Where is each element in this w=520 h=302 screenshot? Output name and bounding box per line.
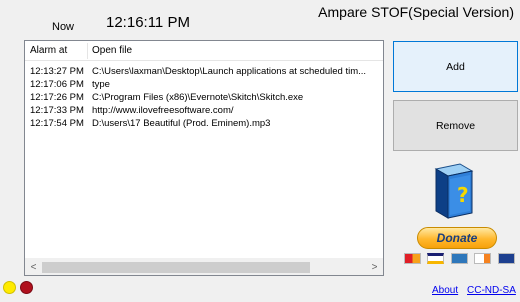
list-row[interactable]: 12:17:06 PM type: [25, 78, 383, 91]
list-row[interactable]: 12:13:27 PM C:\Users\laxman\Desktop\Laun…: [25, 65, 383, 78]
visa-icon: [427, 253, 445, 264]
alarm-time: 12:17:33 PM: [30, 105, 84, 116]
scroll-thumb[interactable]: [42, 262, 310, 273]
alarm-time: 12:17:54 PM: [30, 118, 84, 129]
open-file-path: C:\Program Files (x86)\Evernote\Skitch\S…: [92, 92, 304, 103]
license-link[interactable]: CC-ND-SA: [467, 285, 516, 296]
bank-icon: [497, 253, 515, 264]
alarm-time: 12:17:26 PM: [30, 92, 84, 103]
now-label: Now: [52, 21, 75, 33]
open-file-path: C:\Users\laxman\Desktop\Launch applicati…: [92, 66, 367, 77]
app-title: Ampare STOF(Special Version): [318, 4, 514, 20]
open-file-path: D:\users\17 Beautiful (Prod. Eminem).mp3: [92, 118, 271, 129]
add-button[interactable]: Add: [393, 41, 518, 92]
discover-icon: [474, 253, 492, 264]
amex-icon: [450, 253, 468, 264]
column-separator[interactable]: [87, 43, 88, 59]
list-rows: 12:13:27 PM C:\Users\laxman\Desktop\Laun…: [25, 65, 383, 130]
open-file-path: type: [92, 79, 110, 90]
list-row[interactable]: 12:17:26 PM C:\Program Files (x86)\Evern…: [25, 91, 383, 104]
yellow-status-dot[interactable]: [3, 281, 16, 294]
column-alarm-at[interactable]: Alarm at: [30, 45, 67, 56]
list-header: Alarm at Open file: [25, 41, 383, 61]
alarm-time: 12:13:27 PM: [30, 66, 84, 77]
alarm-time: 12:17:06 PM: [30, 79, 84, 90]
svg-text:?: ?: [457, 183, 469, 207]
current-time: 12:16:11 PM: [106, 14, 190, 31]
alarm-list[interactable]: Alarm at Open file 12:13:27 PM C:\Users\…: [24, 40, 384, 276]
list-row[interactable]: 12:17:54 PM D:\users\17 Beautiful (Prod.…: [25, 117, 383, 130]
scroll-left-icon[interactable]: <: [25, 259, 42, 275]
donate-button[interactable]: Donate: [417, 227, 497, 249]
mastercard-icon: [404, 253, 421, 264]
column-open-file[interactable]: Open file: [92, 45, 132, 56]
red-status-dot[interactable]: [20, 281, 33, 294]
remove-button[interactable]: Remove: [393, 100, 518, 151]
horizontal-scrollbar[interactable]: < >: [25, 258, 383, 275]
scroll-right-icon[interactable]: >: [366, 259, 383, 275]
help-book-icon[interactable]: ?: [430, 163, 474, 219]
payment-cards: [404, 253, 517, 265]
list-row[interactable]: 12:17:33 PM http://www.ilovefreesoftware…: [25, 104, 383, 117]
open-file-path: http://www.ilovefreesoftware.com/: [92, 105, 234, 116]
about-link[interactable]: About: [432, 285, 458, 296]
